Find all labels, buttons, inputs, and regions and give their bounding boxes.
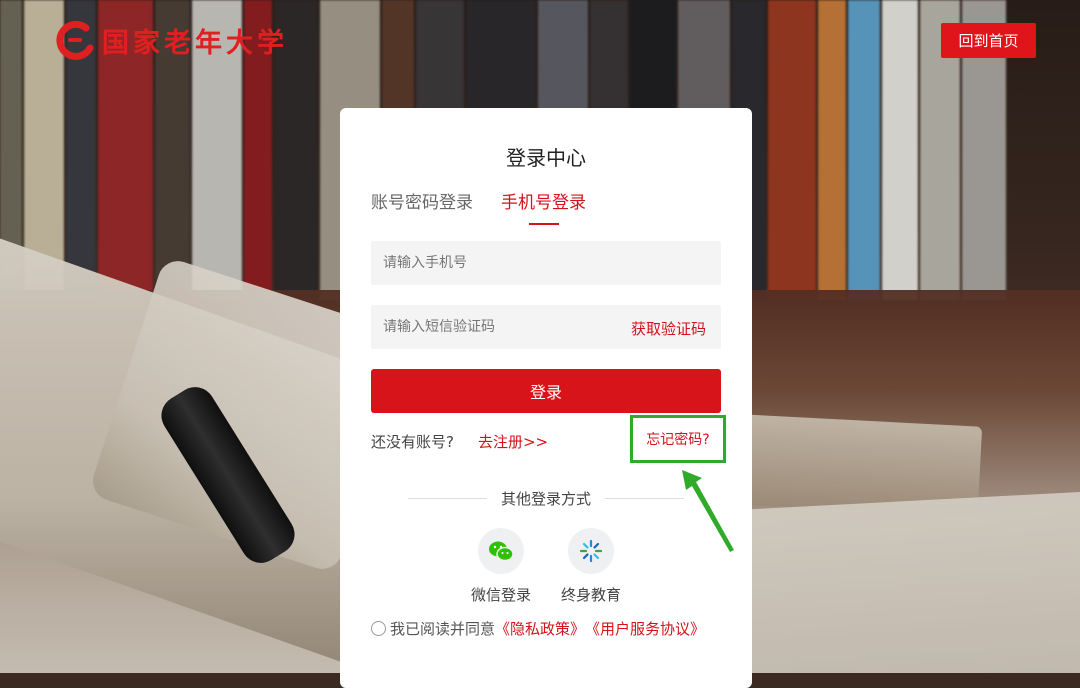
login-card: 登录中心 账号密码登录 手机号登录 获取验证码 登录 还没有账号? 去注册>> 忘… [340,108,752,688]
lifelong-education-icon [568,528,614,574]
register-link[interactable]: 去注册>> [478,433,548,451]
login-button[interactable]: 登录 [371,369,721,413]
other-login-label: 其他登录方式 [501,490,592,508]
tab-account-password[interactable]: 账号密码登录 [371,188,473,213]
lifelong-education-label: 终身教育 [560,586,621,604]
phone-input[interactable] [371,241,721,285]
no-account-text: 还没有账号? [371,433,454,451]
login-tabs: 账号密码登录 手机号登录 [371,188,586,225]
sms-code-input[interactable] [371,305,601,349]
phone-field [371,241,721,285]
back-to-home-button[interactable]: 回到首页 [941,23,1036,58]
forgot-password-link[interactable]: 忘记密码? [630,415,726,463]
logo-emblem-icon [56,20,96,60]
logo-text: 国家老年大学 [102,27,288,59]
other-login-divider: 其他登录方式 [408,488,685,509]
site-logo[interactable]: 国家老年大学 [56,20,288,60]
login-title: 登录中心 [506,146,586,170]
privacy-policy-link[interactable]: 《隐私政策》 [495,618,585,639]
lifelong-education-login-button[interactable]: 终身教育 [551,528,631,605]
sms-code-field: 获取验证码 [371,305,721,349]
wechat-login-button[interactable]: 微信登录 [461,528,541,605]
wechat-icon [478,528,524,574]
wechat-login-label: 微信登录 [470,586,531,604]
agreement-radio[interactable] [371,621,386,636]
get-code-link[interactable]: 获取验证码 [631,318,706,339]
agreement-row: 我已阅读并同意 《隐私政策》 《用户服务协议》 [371,618,705,639]
user-agreement-link[interactable]: 《用户服务协议》 [585,618,705,639]
register-row: 还没有账号? 去注册>> [371,431,548,452]
annotation-arrow-icon [682,470,734,552]
tab-phone-login[interactable]: 手机号登录 [501,188,586,225]
forgot-password-label: 忘记密码? [646,432,710,448]
agreement-prefix: 我已阅读并同意 [390,620,496,638]
